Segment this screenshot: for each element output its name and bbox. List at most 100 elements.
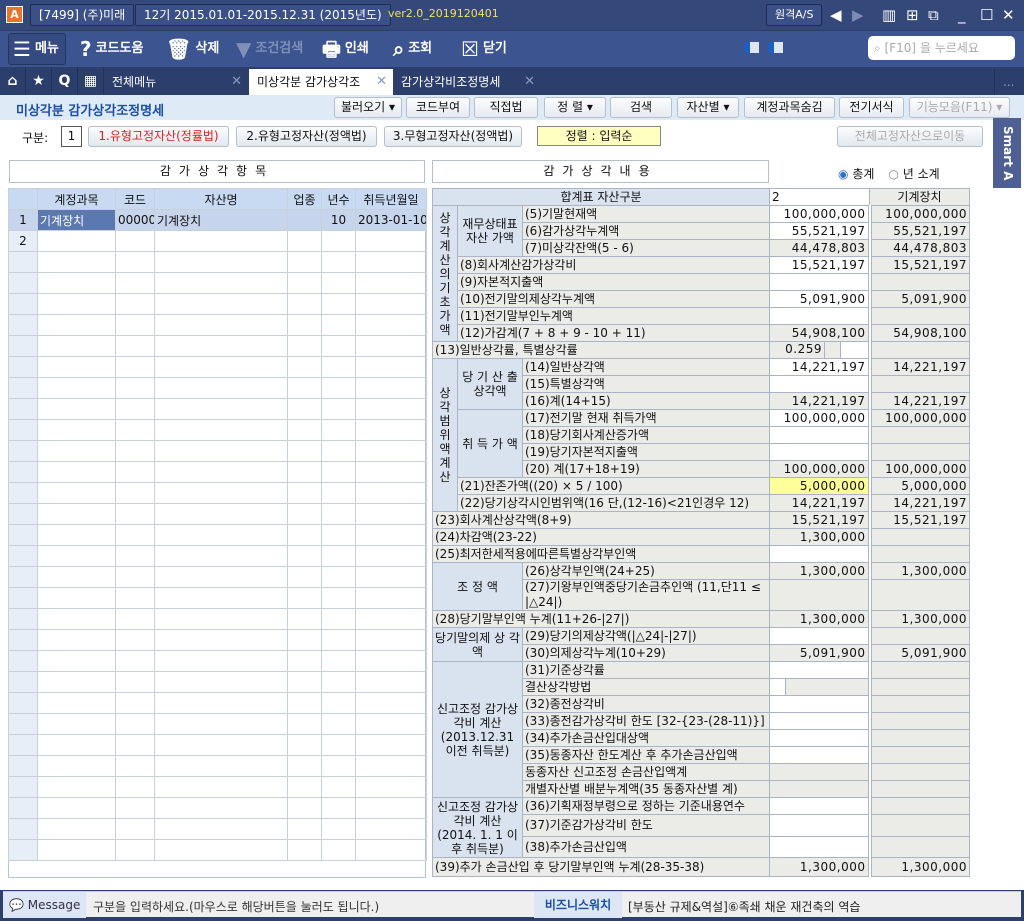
grid-cell[interactable] bbox=[37, 608, 116, 630]
grid-cell[interactable]: 000001 bbox=[115, 209, 155, 231]
grid-cell[interactable] bbox=[355, 797, 427, 819]
grid-cell[interactable] bbox=[154, 566, 288, 588]
grid-cell[interactable] bbox=[115, 839, 155, 861]
column-header[interactable]: 자산명 bbox=[154, 188, 288, 210]
assign-code-button[interactable]: 코드부여 bbox=[406, 97, 470, 118]
table-row[interactable] bbox=[8, 713, 427, 735]
grid-cell[interactable] bbox=[37, 251, 116, 273]
grid-cell[interactable] bbox=[287, 629, 322, 651]
table-row[interactable] bbox=[8, 482, 427, 504]
grid-cell[interactable] bbox=[115, 671, 155, 693]
grid-cell[interactable] bbox=[355, 587, 427, 609]
grid-cell[interactable] bbox=[115, 461, 155, 483]
grid-cell[interactable] bbox=[115, 503, 155, 525]
grid-cell[interactable] bbox=[115, 440, 155, 462]
grid-cell[interactable] bbox=[355, 818, 427, 840]
grid-cell[interactable] bbox=[355, 713, 427, 735]
forward-arrow-icon[interactable]: ▶ bbox=[852, 5, 864, 25]
delete-button[interactable]: 🗑 삭제 bbox=[166, 31, 219, 67]
grid-cell[interactable]: 2013-01-10 bbox=[355, 209, 427, 231]
table-row[interactable] bbox=[8, 545, 427, 567]
table-row[interactable] bbox=[8, 419, 427, 441]
grid-cell[interactable] bbox=[154, 335, 288, 357]
grid-cell[interactable] bbox=[115, 314, 155, 336]
category-tangible-straight[interactable]: 2.유형고정자산(정액법) bbox=[236, 126, 377, 147]
grid-cell[interactable] bbox=[37, 461, 116, 483]
grid-cell[interactable] bbox=[321, 587, 356, 609]
table-row[interactable]: 2 bbox=[8, 230, 427, 252]
grid-cell[interactable] bbox=[154, 377, 288, 399]
grid-cell[interactable] bbox=[37, 713, 116, 735]
grid-cell[interactable] bbox=[321, 650, 356, 672]
grid-cell[interactable] bbox=[115, 251, 155, 273]
grid-cell[interactable] bbox=[154, 734, 288, 756]
grid-cell[interactable] bbox=[115, 797, 155, 819]
category-intangible-straight[interactable]: 3.무형고정자산(정액법) bbox=[384, 126, 522, 147]
grid-cell[interactable] bbox=[355, 608, 427, 630]
grid-cell[interactable] bbox=[321, 629, 356, 651]
table-row[interactable] bbox=[8, 587, 427, 609]
tab-undepreciated[interactable]: 미상각분 감가상각조 ✕ bbox=[249, 69, 393, 95]
grid-cell[interactable] bbox=[37, 671, 116, 693]
grid-cell[interactable] bbox=[37, 818, 116, 840]
grid-cell[interactable] bbox=[115, 293, 155, 315]
grid-cell[interactable] bbox=[355, 839, 427, 861]
grid-cell[interactable] bbox=[355, 377, 427, 399]
grid-cell[interactable] bbox=[37, 335, 116, 357]
grid-cell[interactable] bbox=[355, 314, 427, 336]
table-row[interactable] bbox=[8, 314, 427, 336]
calendar-icon[interactable]: ▦ bbox=[78, 67, 104, 95]
star-icon[interactable]: ★ bbox=[26, 67, 52, 95]
grid-cell[interactable] bbox=[321, 755, 356, 777]
grid-cell[interactable] bbox=[154, 755, 288, 777]
column-header[interactable]: 년수 bbox=[321, 188, 356, 210]
amount-current[interactable]: 55,521,197 bbox=[769, 222, 870, 240]
grid-cell[interactable] bbox=[321, 272, 356, 294]
table-row[interactable] bbox=[8, 377, 427, 399]
grid-cell[interactable] bbox=[115, 650, 155, 672]
table-row[interactable] bbox=[8, 839, 427, 861]
filter-button[interactable]: ▼ 조건검색 bbox=[236, 31, 303, 67]
by-asset-button[interactable]: 자산별 ▾ bbox=[677, 97, 739, 118]
grid-cell[interactable] bbox=[287, 419, 322, 441]
grid-cell[interactable] bbox=[287, 566, 322, 588]
rate-input[interactable] bbox=[841, 342, 868, 358]
grid-cell[interactable] bbox=[321, 461, 356, 483]
close-icon[interactable]: ✕ bbox=[231, 69, 242, 95]
close-icon[interactable]: ✕ bbox=[524, 69, 535, 95]
close-window-icon[interactable]: ✕ bbox=[1002, 5, 1015, 25]
grid-cell[interactable] bbox=[355, 482, 427, 504]
grid-cell[interactable] bbox=[321, 797, 356, 819]
rate-blank[interactable] bbox=[825, 342, 841, 358]
grid-cell[interactable] bbox=[154, 608, 288, 630]
column-header[interactable]: 계정과목 bbox=[37, 188, 116, 210]
grid-cell[interactable] bbox=[355, 671, 427, 693]
grid-cell[interactable] bbox=[287, 356, 322, 378]
book-icon[interactable]: ▥ bbox=[882, 5, 896, 25]
grid-cell[interactable] bbox=[37, 566, 116, 588]
grid-cell[interactable]: 10 bbox=[321, 209, 356, 231]
table-row[interactable] bbox=[8, 671, 427, 693]
grid-cell[interactable] bbox=[287, 209, 322, 231]
grid-cell[interactable] bbox=[287, 797, 322, 819]
table-row[interactable] bbox=[8, 398, 427, 420]
table-row[interactable] bbox=[8, 734, 427, 756]
amount-current[interactable] bbox=[769, 695, 870, 713]
amount-current[interactable] bbox=[769, 712, 870, 730]
news-ticker-link[interactable]: [부동산 규제&역설]⑥족쇄 채운 재건축의 역습 bbox=[628, 898, 860, 915]
layout-icon[interactable] bbox=[744, 42, 759, 53]
table-row[interactable] bbox=[8, 272, 427, 294]
amount-current[interactable] bbox=[769, 375, 870, 393]
grid-cell[interactable] bbox=[287, 440, 322, 462]
menu-button[interactable]: ☰ 메뉴 bbox=[8, 33, 66, 65]
grid-cell[interactable] bbox=[287, 755, 322, 777]
smart-a-panel-tab[interactable]: Smart A bbox=[993, 118, 1021, 188]
grid-cell[interactable] bbox=[37, 629, 116, 651]
grid-cell[interactable] bbox=[321, 377, 356, 399]
grid-cell[interactable] bbox=[355, 230, 427, 252]
quick-icon[interactable]: Q bbox=[52, 67, 78, 95]
table-row[interactable] bbox=[8, 335, 427, 357]
amount-current[interactable]: 100,000,000 bbox=[769, 409, 870, 427]
table-row[interactable] bbox=[8, 776, 427, 798]
grid-cell[interactable] bbox=[154, 839, 288, 861]
